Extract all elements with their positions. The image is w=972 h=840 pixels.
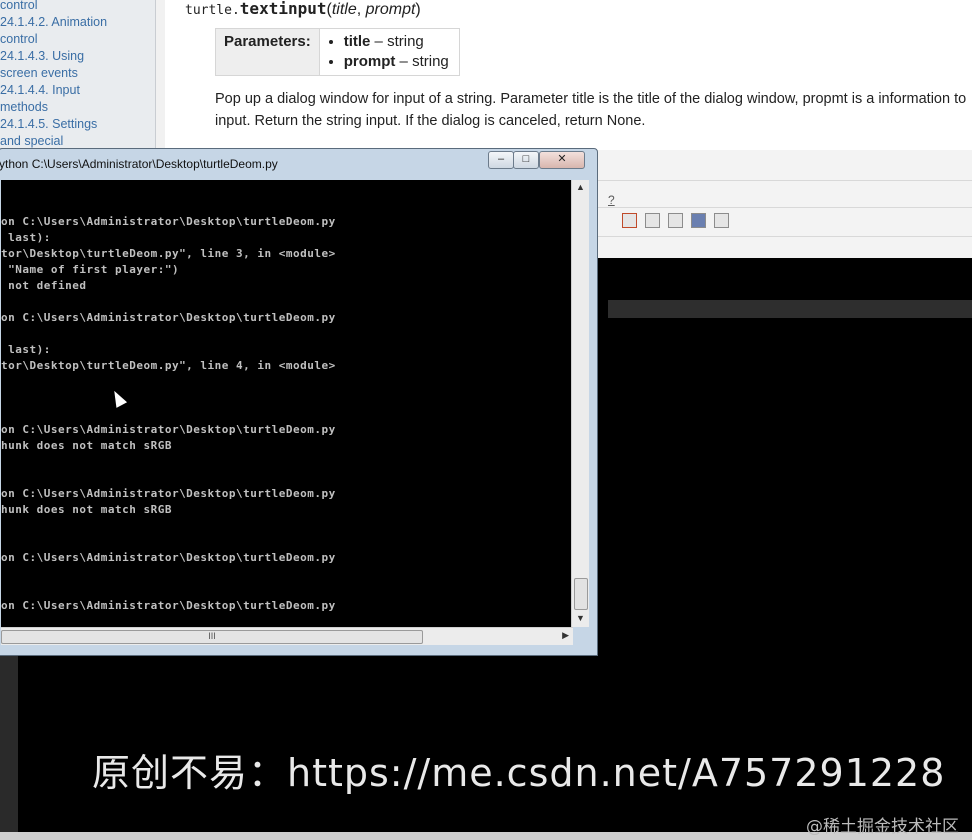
console-line: last): — [1, 343, 51, 356]
parameters-list: title – string prompt – string — [326, 32, 449, 72]
toc-item[interactable]: control — [0, 0, 155, 14]
debug-pause-icon[interactable] — [645, 213, 660, 228]
param-type: – string — [370, 33, 424, 50]
toolbar-divider — [595, 207, 972, 208]
scroll-right-arrow-icon[interactable]: ▶ — [562, 630, 569, 641]
console-line: last): — [1, 231, 51, 244]
console-line: on C:\Users\Administrator\Desktop\turtle… — [1, 551, 336, 564]
video-watermark: 原创不易：https://me.csdn.net/A757291228 — [92, 751, 946, 795]
toc-item[interactable]: 24.1.4.2. Animation — [0, 14, 155, 31]
toolbar-divider — [595, 236, 972, 237]
ide-editor-area[interactable] — [595, 258, 972, 658]
param-name: prompt — [343, 53, 396, 70]
toc-item[interactable]: 24.1.4.5. Settings — [0, 116, 155, 133]
debug-window-icon[interactable] — [714, 213, 729, 228]
param-name: title — [343, 33, 371, 50]
ide-current-line-highlight — [608, 300, 972, 318]
console-vertical-scrollbar[interactable]: ▲ ▼ — [571, 180, 589, 627]
signature-arg-prompt: prompt — [365, 1, 416, 18]
toc-item[interactable]: control — [0, 31, 155, 48]
function-description: Pop up a dialog window for input of a st… — [215, 91, 967, 129]
param-type: – string — [395, 53, 449, 70]
toolbar-divider — [595, 180, 972, 181]
doc-scroll-gutter[interactable] — [156, 0, 165, 150]
scroll-up-arrow-icon[interactable]: ▲ — [572, 182, 589, 192]
doc-toc-sidebar: control 24.1.4.2. Animation control 24.1… — [0, 0, 156, 150]
toc-item[interactable]: 24.1.4.3. Using — [0, 48, 155, 65]
console-line: on C:\Users\Administrator\Desktop\turtle… — [1, 599, 336, 612]
console-line: hunk does not match sRGB — [1, 439, 172, 452]
signature-separator: , — [356, 1, 366, 18]
ide-side-strip — [0, 652, 18, 832]
console-line: on C:\Users\Administrator\Desktop\turtle… — [1, 487, 336, 500]
console-line: not defined — [1, 279, 87, 292]
scroll-down-arrow-icon[interactable]: ▼ — [572, 613, 589, 623]
ide-toolbar-area — [595, 150, 972, 258]
param-item: title – string — [344, 32, 449, 52]
signature-arg-title: title — [331, 1, 357, 18]
console-line: hunk does not match sRGB — [1, 503, 172, 516]
console-line: "Name of first player:") — [1, 263, 180, 276]
doc-content: turtle.textinput(title, prompt) Paramete… — [165, 0, 972, 150]
console-line: tor\Desktop\turtleDeom.py", line 3, in <… — [1, 247, 336, 260]
signature-close-paren: ) — [415, 1, 421, 18]
parameters-header: Parameters: — [215, 28, 320, 76]
parameters-list-cell: title – string prompt – string — [318, 28, 460, 76]
console-output[interactable]: on C:\Users\Administrator\Desktop\turtle… — [1, 180, 573, 627]
param-item: prompt – string — [344, 52, 449, 72]
debug-fast-forward-icon[interactable] — [691, 213, 706, 228]
minimize-button[interactable]: – — [488, 151, 514, 169]
scroll-thumb[interactable] — [574, 578, 588, 610]
hscroll-thumb[interactable]: III — [1, 630, 423, 644]
debug-stop-icon[interactable] — [622, 213, 637, 228]
signature-function: textinput — [239, 0, 327, 18]
console-title: ython C:\Users\Administrator\Desktop\tur… — [0, 157, 278, 171]
toc-item[interactable]: methods — [0, 99, 155, 116]
console-line: on C:\Users\Administrator\Desktop\turtle… — [1, 215, 336, 228]
signature-module: turtle. — [185, 3, 240, 18]
console-line: on C:\Users\Administrator\Desktop\turtle… — [1, 311, 336, 324]
debug-step-icon[interactable] — [668, 213, 683, 228]
console-horizontal-scrollbar[interactable]: III ▶ — [1, 627, 573, 645]
corner-watermark: @稀土掘金技术社区 — [806, 817, 959, 837]
console-line: tor\Desktop\turtleDeom.py", line 4, in <… — [1, 359, 336, 372]
console-window[interactable]: ython C:\Users\Administrator\Desktop\tur… — [0, 148, 598, 656]
help-link[interactable]: ? — [608, 193, 615, 207]
toc-item[interactable]: screen events — [0, 65, 155, 82]
parameters-table: Parameters: title – string prompt – stri… — [215, 28, 460, 76]
console-line: on C:\Users\Administrator\Desktop\turtle… — [1, 423, 336, 436]
function-signature: turtle.textinput(title, prompt) — [185, 0, 421, 19]
close-button[interactable]: ✕ — [539, 151, 585, 169]
toc-item[interactable]: 24.1.4.4. Input — [0, 82, 155, 99]
maximize-button[interactable]: □ — [513, 151, 539, 169]
console-titlebar[interactable]: ython C:\Users\Administrator\Desktop\tur… — [0, 149, 597, 179]
